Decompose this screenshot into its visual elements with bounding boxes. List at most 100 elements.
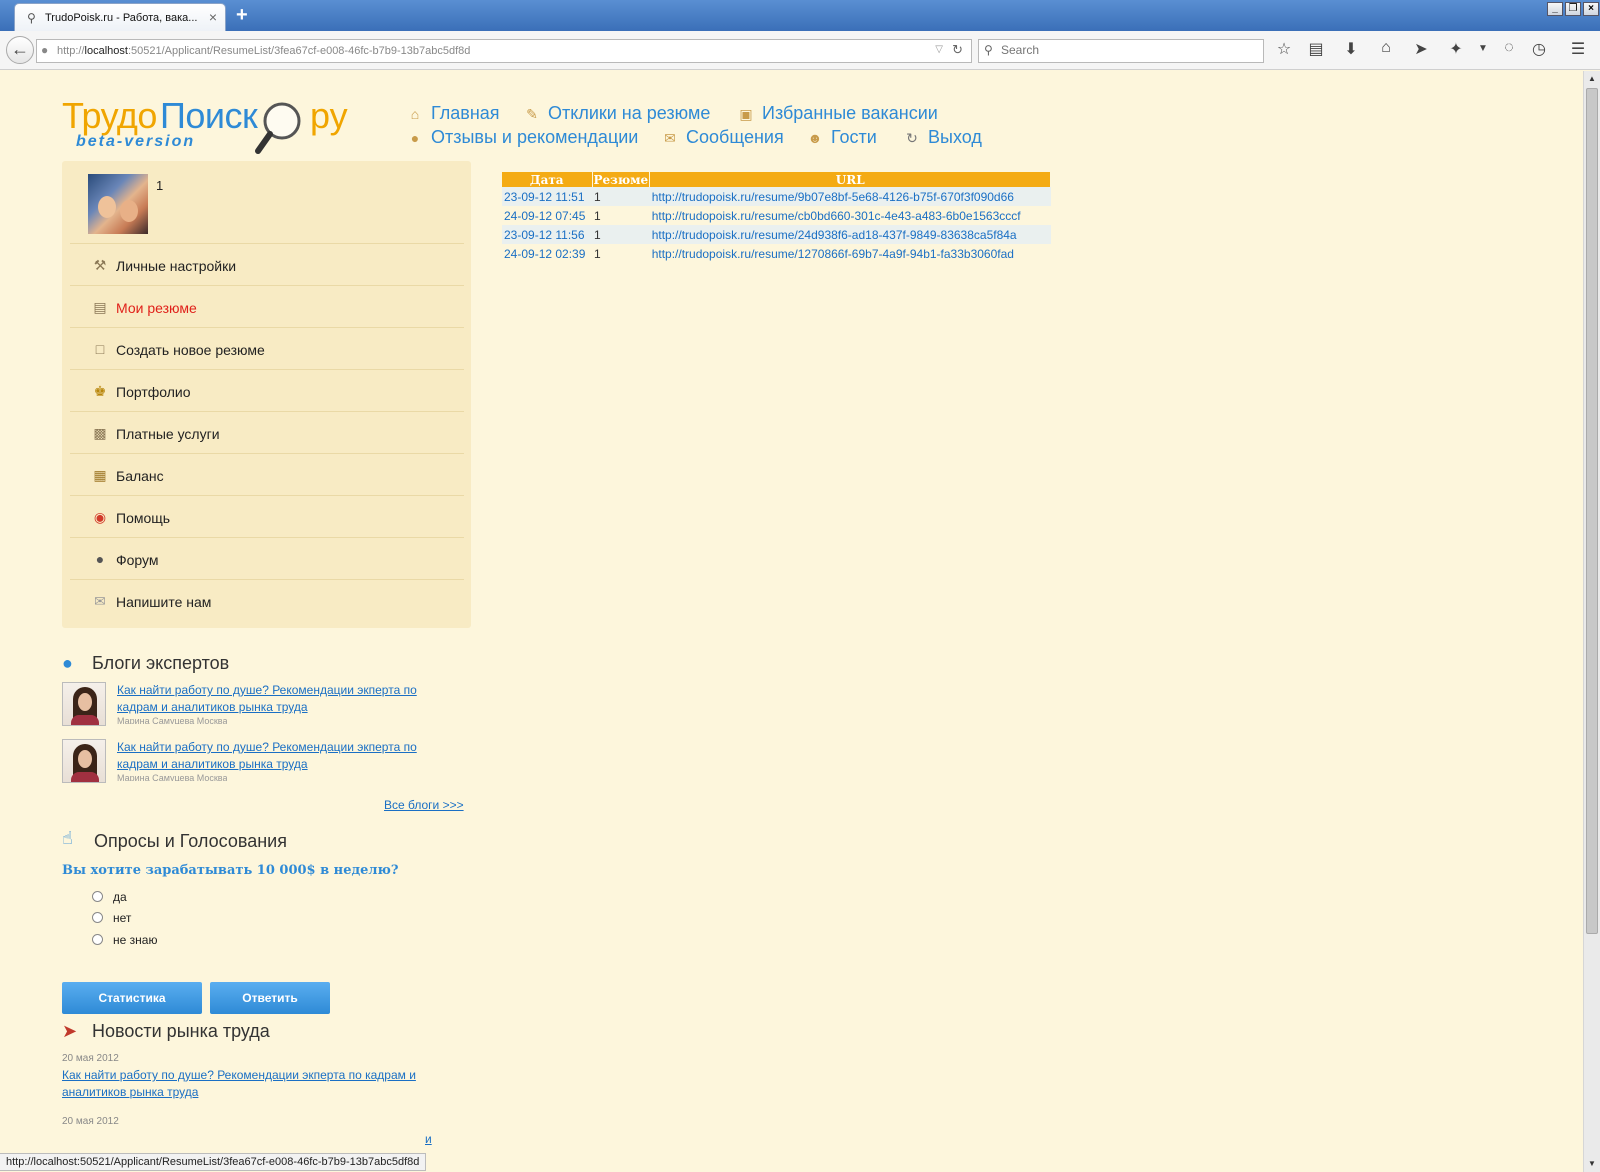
globe-icon: ● (41, 43, 49, 57)
sidebar-item-label: Баланс (116, 468, 164, 484)
sidebar-item-help[interactable]: ◉ Помощь (70, 495, 464, 537)
poll-answer-button[interactable]: Ответить (210, 982, 330, 1014)
news-link[interactable]: Как найти работу по душе? Рекомендации э… (62, 1067, 442, 1101)
news-date: 20 мая 2012 (62, 1053, 119, 1064)
new-tab-button[interactable]: + (236, 4, 248, 27)
nav-messages-label: Сообщения (686, 127, 784, 147)
browser-titlebar: ⚲ TrudoPoisk.ru - Работа, вака... × + _ … (0, 0, 1600, 31)
reload-icon[interactable]: ↻ (952, 42, 963, 58)
briefcase-icon: ▣ (739, 106, 753, 122)
sidebar-item-label: Платные услуги (116, 426, 220, 442)
logo-beta-label: beta-version (76, 133, 196, 150)
envelope-icon: ✉ (664, 130, 676, 146)
restore-button[interactable]: ❐ (1565, 2, 1581, 16)
sidebar-item-contact-us[interactable]: ✉ Напишите нам (70, 579, 464, 621)
responses-icon: ✎ (526, 106, 538, 122)
nav-reviews[interactable]: ● Отзывы и рекомендации (405, 127, 639, 148)
sidebar-item-label: Мои резюме (116, 300, 197, 316)
sync-icon[interactable]: ◌ (1498, 39, 1520, 57)
nav-resume-responses[interactable]: ✎ Отклики на резюме (522, 103, 710, 124)
menu-icon[interactable]: ☰ (1567, 39, 1589, 59)
search-icon: ⚲ (984, 43, 993, 57)
sidebar-item-forum[interactable]: ● Форум (70, 537, 464, 579)
account-sidebar: 1 ⚒ Личные настройки ▤ Мои резюме □ Созд… (62, 161, 471, 628)
resume-icon: ▤ (93, 299, 107, 315)
sidebar-item-portfolio[interactable]: ♚ Портфолио (70, 369, 464, 411)
send-icon[interactable]: ➤ (1410, 39, 1432, 59)
cell-resume: 1 (594, 208, 601, 223)
back-button[interactable]: ← (6, 36, 34, 64)
blog-author: Марина Самуцева Москва (117, 716, 228, 724)
cell-date: 23-09-12 11:56 (502, 225, 592, 244)
url-bar[interactable]: ● http://localhost:50521/Applicant/Resum… (36, 39, 972, 63)
radio-button[interactable] (92, 912, 103, 924)
scroll-down-arrow-icon[interactable]: ▼ (1584, 1156, 1600, 1172)
nav-favorite-vacancies[interactable]: ▣ Избранные вакансии (736, 103, 937, 124)
all-blogs-link[interactable]: Все блоги >>> (384, 798, 464, 812)
cell-date: 23-09-12 11:51 (502, 187, 592, 206)
new-resume-icon: □ (95, 341, 105, 357)
blog-link[interactable]: Как найти работу по душе? Рекомендации э… (117, 682, 457, 716)
cell-url-link[interactable]: http://trudopoisk.ru/resume/9b07e8bf-5e6… (649, 187, 1051, 206)
resume-responses-table: Дата Резюме URL 23-09-12 11:51 1 http://… (502, 172, 1052, 263)
avatar[interactable] (88, 174, 148, 234)
table-header-row: Дата Резюме URL (502, 172, 1052, 187)
column-header-resume[interactable]: Резюме (592, 172, 651, 187)
tools-icon: ⚒ (93, 257, 107, 273)
home-icon[interactable]: ⌂ (1375, 39, 1397, 57)
sidebar-item-personal-settings[interactable]: ⚒ Личные настройки (70, 243, 464, 285)
extension-dropdown-icon[interactable]: ▼ (1472, 43, 1494, 54)
blog-link[interactable]: Как найти работу по душе? Рекомендации э… (117, 739, 457, 773)
blogs-chat-icon: ● (62, 653, 73, 673)
cell-url-link[interactable]: http://trudopoisk.ru/resume/24d938f6-ad1… (649, 225, 1051, 244)
vertical-scrollbar[interactable]: ▲ ▼ (1583, 71, 1600, 1172)
sidebar-item-label: Напишите нам (116, 594, 212, 610)
nav-guests[interactable]: ☻ Гости (805, 127, 877, 148)
history-dropdown-icon[interactable]: ▽ (935, 44, 943, 55)
column-header-date[interactable]: Дата (502, 172, 593, 187)
radio-button[interactable] (92, 891, 103, 903)
minimize-button[interactable]: _ (1547, 2, 1563, 16)
reviews-icon: ● (410, 130, 420, 146)
column-header-url[interactable]: URL (649, 172, 1052, 187)
page-content: Трудо Поиск ру beta-version ⌂ Главная ✎ От… (0, 71, 1583, 1153)
reading-list-icon[interactable]: ▤ (1305, 39, 1327, 59)
download-icon[interactable]: ⬇ (1340, 39, 1362, 59)
search-input[interactable] (1001, 43, 1251, 57)
site-logo[interactable]: Трудо Поиск ру beta-version (62, 95, 362, 155)
poll-option-dont-know[interactable]: не знаю (92, 933, 157, 947)
url-text[interactable]: http://localhost:50521/Applicant/ResumeL… (57, 45, 470, 57)
cell-url-link[interactable]: http://trudopoisk.ru/resume/1270866f-69b… (650, 244, 1051, 263)
cell-url-link[interactable]: http://trudopoisk.ru/resume/cb0bd660-301… (650, 206, 1051, 225)
poll-option-no[interactable]: нет (92, 911, 131, 925)
sidebar-item-create-resume[interactable]: □ Создать новое резюме (70, 327, 464, 369)
sidebar-item-my-resumes[interactable]: ▤ Мои резюме (70, 285, 464, 327)
scroll-thumb[interactable] (1586, 88, 1598, 934)
cell-date: 24-09-12 02:39 (504, 246, 586, 261)
mail-icon: ✉ (94, 593, 106, 609)
nav-messages[interactable]: ✉ Сообщения (660, 127, 784, 148)
expert-photo[interactable] (62, 682, 106, 726)
radio-button[interactable] (92, 934, 103, 946)
table-row: 23-09-12 11:51 1 http://trudopoisk.ru/re… (502, 187, 1051, 206)
expert-photo[interactable] (62, 739, 106, 783)
browser-tab[interactable]: ⚲ TrudoPoisk.ru - Работа, вака... × (14, 3, 226, 31)
sidebar-item-paid-services[interactable]: ▩ Платные услуги (70, 411, 464, 453)
poll-option-yes[interactable]: да (92, 890, 127, 904)
bookmark-star-icon[interactable]: ☆ (1273, 39, 1295, 59)
extension-icon[interactable]: ✦ (1445, 39, 1467, 59)
nav-logout[interactable]: ↻ Выход (902, 127, 982, 148)
poll-statistics-button[interactable]: Статистика (62, 982, 202, 1014)
close-window-button[interactable]: × (1583, 2, 1599, 16)
guests-icon: ☻ (807, 130, 823, 146)
sidebar-item-balance[interactable]: ▦ Баланс (70, 453, 464, 495)
nav-home[interactable]: ⌂ Главная (405, 103, 500, 124)
news-link[interactable]: и (425, 1131, 445, 1148)
tab-title: TrudoPoisk.ru - Работа, вака... (45, 12, 198, 24)
trophy-icon: ♚ (93, 383, 107, 399)
search-bar[interactable]: ⚲ (978, 39, 1264, 63)
tab-close-icon[interactable]: × (209, 9, 217, 25)
history-icon[interactable]: ◷ (1528, 39, 1550, 59)
money-icon: ▩ (93, 425, 107, 441)
scroll-up-arrow-icon[interactable]: ▲ (1584, 71, 1600, 87)
